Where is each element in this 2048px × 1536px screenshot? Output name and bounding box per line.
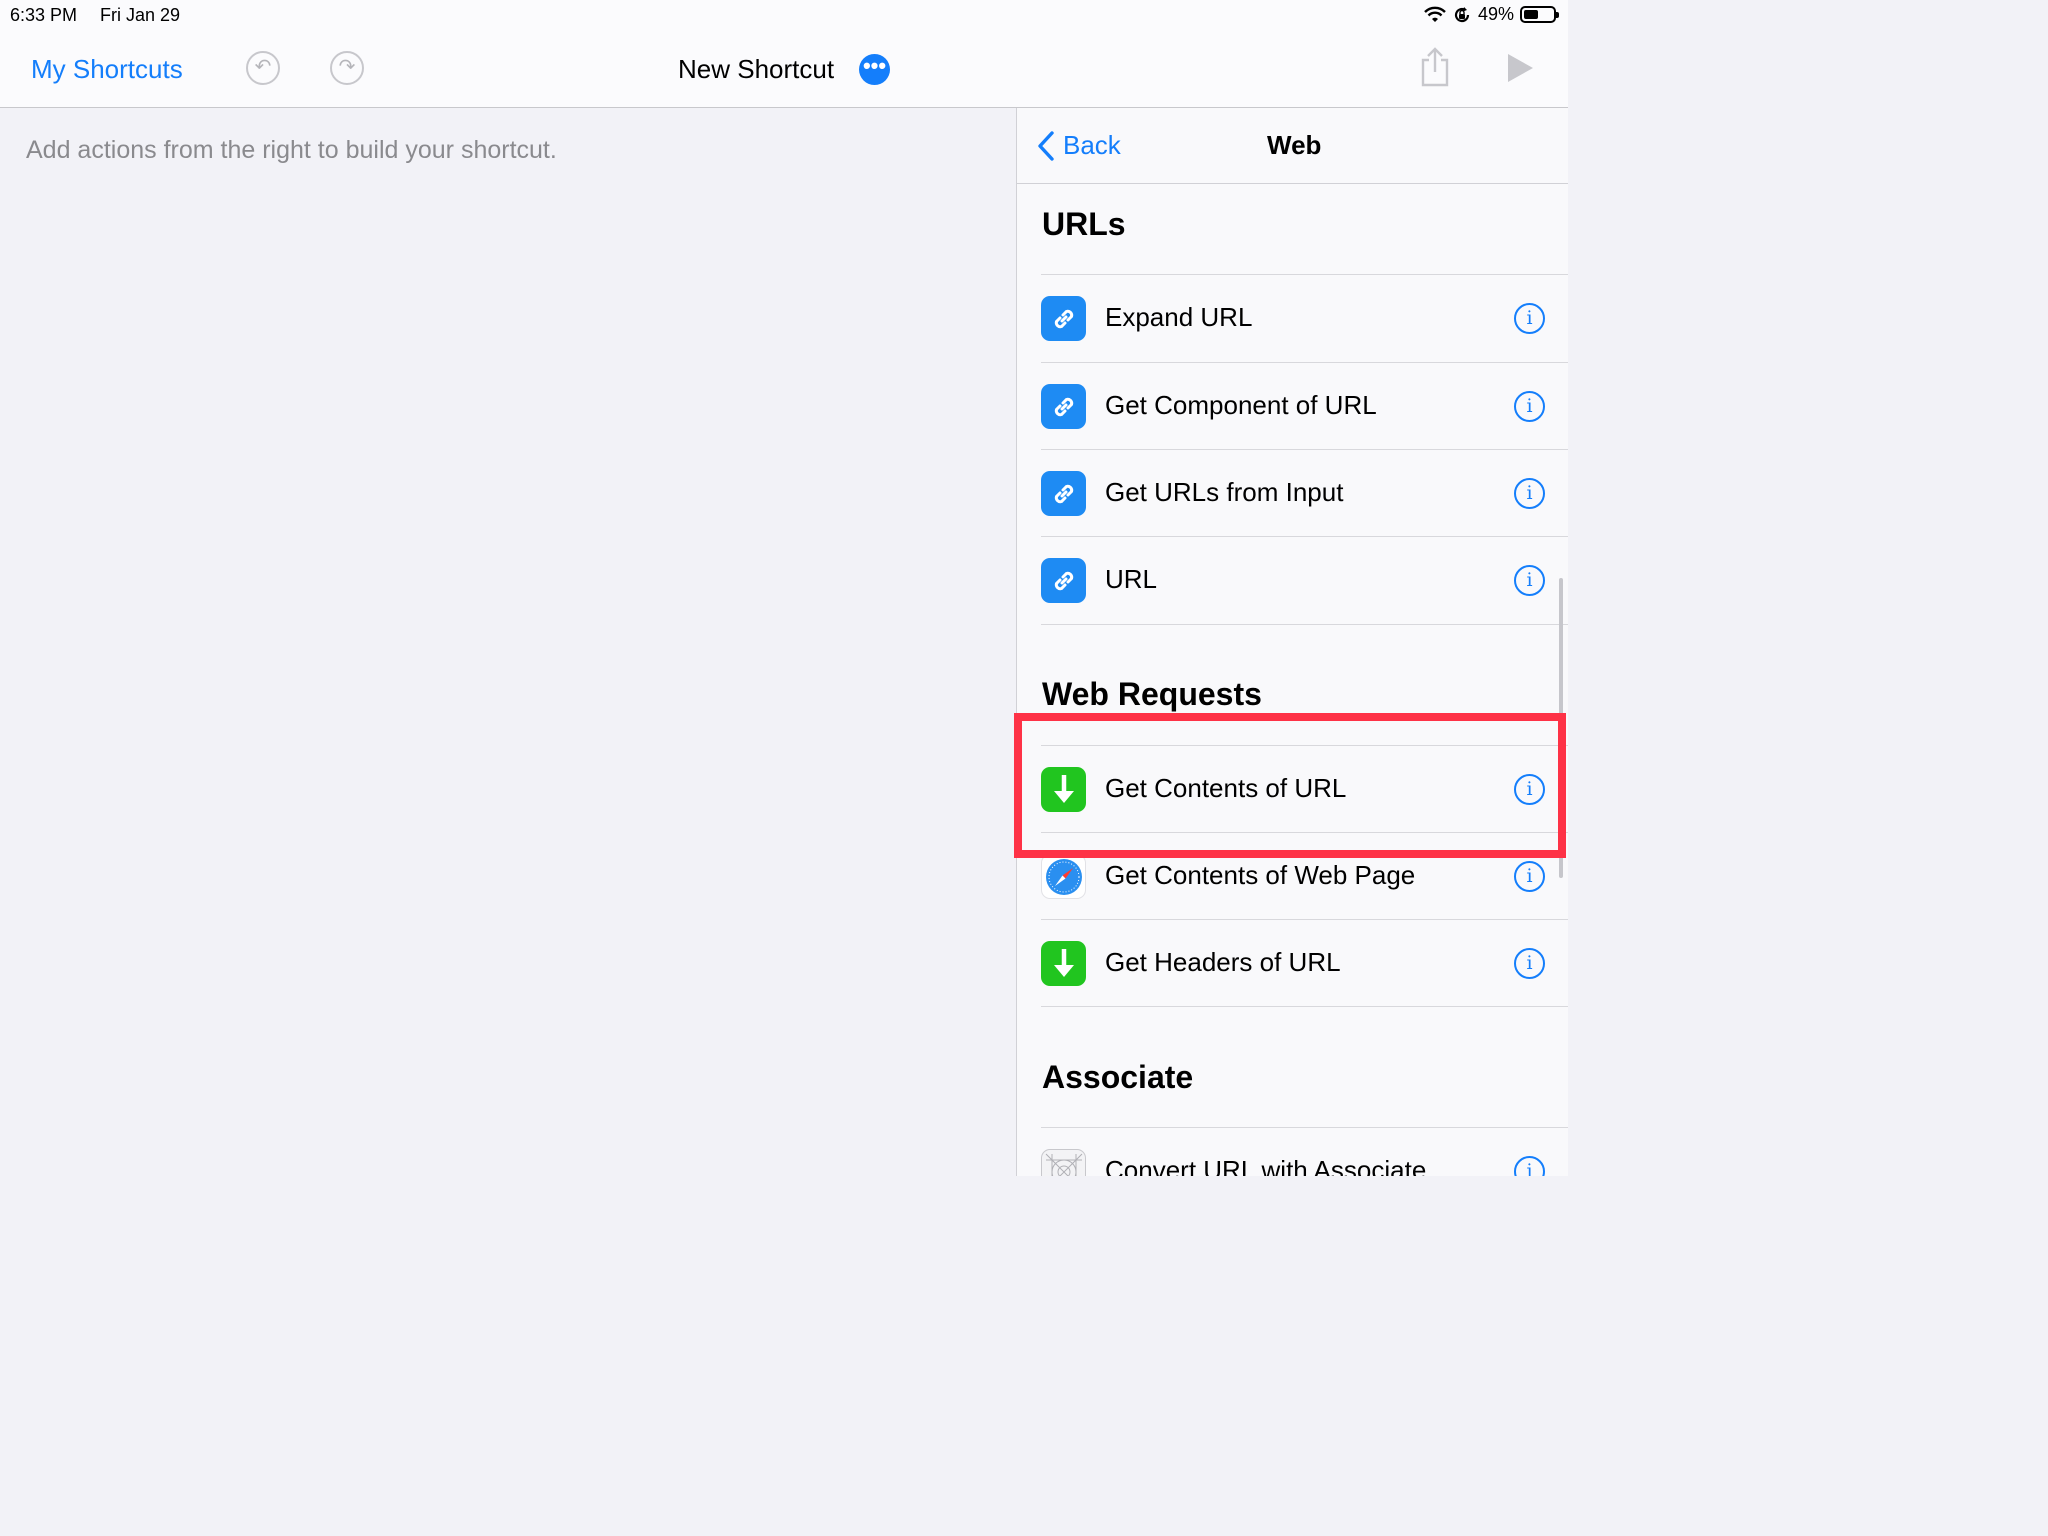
my-shortcuts-button[interactable]: My Shortcuts <box>31 54 183 85</box>
redo-icon[interactable]: ↷ <box>330 51 364 85</box>
battery-icon <box>1520 6 1559 23</box>
info-icon[interactable]: i <box>1514 303 1545 334</box>
section-header-urls: URLs <box>1042 206 1126 242</box>
more-options-icon[interactable]: ••• <box>859 54 890 85</box>
action-label: Get Contents of URL <box>1105 773 1347 803</box>
action-label: Get Contents of Web Page <box>1105 860 1416 890</box>
link-icon <box>1041 471 1086 516</box>
divider <box>1041 1006 1568 1007</box>
info-icon[interactable]: i <box>1514 391 1545 422</box>
actions-panel: Back Web URLs Expand URL i Get Component… <box>1016 108 1568 1176</box>
action-get-headers-of-url[interactable]: Get Headers of URL i <box>1041 920 1568 1007</box>
action-convert-url-with-associate[interactable]: Convert URL with Associate i <box>1041 1128 1568 1176</box>
info-icon[interactable]: i <box>1514 948 1545 979</box>
app-grid-icon <box>1041 1149 1086 1176</box>
status-time: 6:33 PM <box>10 5 78 25</box>
info-icon[interactable]: i <box>1514 774 1545 805</box>
status-bar: 6:33 PM Fri Jan 29 49% <box>0 0 1568 32</box>
safari-compass-icon <box>1041 854 1086 899</box>
action-expand-url[interactable]: Expand URL i <box>1041 275 1568 362</box>
action-get-component-of-url[interactable]: Get Component of URL i <box>1041 363 1568 450</box>
battery-percent: 49% <box>1477 4 1514 24</box>
status-indicators: 49% <box>1424 4 1559 25</box>
action-label: Get Component of URL <box>1105 390 1377 420</box>
top-toolbar: My Shortcuts ↶ ↷ New Shortcut ••• <box>0 32 1568 108</box>
panel-nav-bar: Back Web <box>1017 108 1568 184</box>
editor-hint: Add actions from the right to build your… <box>26 136 557 164</box>
divider <box>1041 624 1568 625</box>
info-icon[interactable]: i <box>1514 861 1545 892</box>
action-label: Convert URL with Associate <box>1105 1155 1427 1176</box>
link-icon <box>1041 296 1086 341</box>
back-label: Back <box>1063 130 1121 160</box>
action-get-contents-of-url[interactable]: Get Contents of URL i <box>1041 746 1568 833</box>
info-icon[interactable]: i <box>1514 1156 1545 1176</box>
wifi-icon <box>1424 6 1446 22</box>
battery-fill <box>1524 10 1538 19</box>
status-date: Fri Jan 29 <box>100 5 181 25</box>
scrollbar[interactable] <box>1559 578 1563 878</box>
orientation-lock-icon <box>1454 6 1470 22</box>
play-icon[interactable] <box>1505 52 1535 84</box>
action-url[interactable]: URL i <box>1041 537 1568 624</box>
action-label: URL <box>1105 564 1158 594</box>
chevron-left-icon <box>1038 130 1054 161</box>
info-icon[interactable]: i <box>1514 478 1545 509</box>
share-icon[interactable] <box>1418 46 1452 88</box>
section-header-associate: Associate <box>1042 1059 1194 1095</box>
shortcut-editor[interactable]: Add actions from the right to build your… <box>0 108 1016 1176</box>
action-label: Expand URL <box>1105 302 1253 332</box>
link-icon <box>1041 384 1086 429</box>
action-get-contents-of-web-page[interactable]: Get Contents of Web Page i <box>1041 833 1568 920</box>
back-button[interactable]: Back <box>1037 130 1121 161</box>
panel-title: Web <box>1267 130 1322 160</box>
action-get-urls-from-input[interactable]: Get URLs from Input i <box>1041 450 1568 537</box>
action-label: Get URLs from Input <box>1105 477 1344 507</box>
action-label: Get Headers of URL <box>1105 947 1341 977</box>
shortcut-title[interactable]: New Shortcut <box>678 54 834 85</box>
info-icon[interactable]: i <box>1514 565 1545 596</box>
undo-icon[interactable]: ↶ <box>246 51 280 85</box>
download-arrow-icon <box>1041 941 1086 986</box>
download-arrow-icon <box>1041 767 1086 812</box>
section-header-web-requests: Web Requests <box>1042 676 1262 712</box>
link-icon <box>1041 558 1086 603</box>
